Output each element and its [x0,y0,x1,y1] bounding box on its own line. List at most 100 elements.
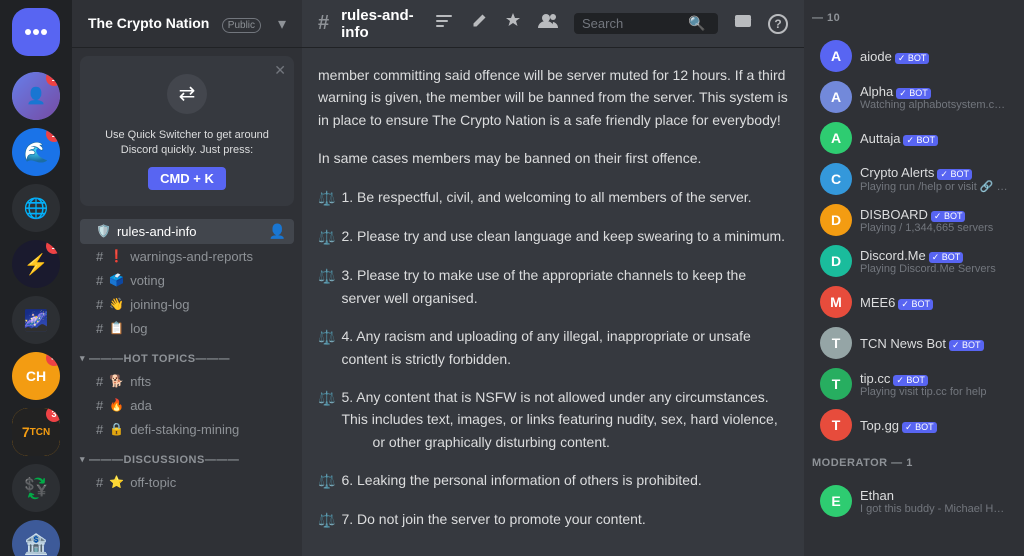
member-item-auttaja[interactable]: A AuttajaBOT [812,118,1016,158]
channel-name-joining: joining-log [130,297,286,312]
rule-text-1: 1. Be respectful, civil, and welcoming t… [341,186,751,208]
rule-text-2: 2. Please try and use clean language and… [341,225,785,247]
member-avatar-topgg: T [820,409,852,441]
member-item-disboard[interactable]: D DISBOARDBOT Playing / 1,344,665 server… [812,200,1016,240]
bot-badge-auttaja: BOT [903,135,938,146]
member-status-alpha: Watching alphabotsystem.com [860,99,1008,111]
channel-ada-icon: 🔥 [109,398,124,412]
member-info-ethan: Ethan I got this buddy - Michael Hun... [860,488,1008,515]
channel-item-log[interactable]: # 📋 log [80,317,294,340]
channel-item-warnings[interactable]: # ❗ warnings-and-reports [80,245,294,268]
member-avatar-discordme: D [820,245,852,277]
member-item-discordme[interactable]: D Discord.MeBOT Playing Discord.Me Serve… [812,241,1016,281]
member-item-topgg[interactable]: T Top.ggBOT [812,405,1016,445]
category-hot-topics[interactable]: ▾ ———HOT TOPICS——— [72,341,302,369]
bots-category-label: — 10 [804,12,1024,28]
rule-emoji-4: ⚖️ [318,326,335,348]
messages-area: member committing said offence will be s… [302,48,804,556]
channel-header-name: rules-and-info [341,7,422,41]
search-bar[interactable]: 🔍 [574,13,718,34]
search-input[interactable] [582,16,682,31]
hash-icon: # [96,249,103,264]
channel-name-ada: ada [130,398,286,413]
channel-name-nfts: nfts [130,374,286,389]
server-icon-1[interactable]: 👤 1 [12,72,60,120]
rule-emoji-6: ⚖️ [318,470,335,492]
edit-icon[interactable] [470,12,488,35]
category-discussions[interactable]: ▾ ———DISCUSSIONS——— [72,442,302,470]
member-info-auttaja: AuttajaBOT [860,131,1008,146]
rule-item-5: ⚖️ 5. Any content that is NSFW is not al… [318,386,788,453]
server-header[interactable]: The Crypto Nation Public ▾ [72,0,302,48]
channel-hash-icon: # [318,12,329,35]
member-info-topgg: Top.ggBOT [860,418,1008,433]
member-item-tipcc[interactable]: T tip.ccBOT Playing visit tip.cc for hel… [812,364,1016,404]
member-avatar-crypto-alerts: C [820,163,852,195]
channel-name-defi: defi-staking-mining [130,422,286,437]
message-block-1: member committing said offence will be s… [318,64,788,131]
member-name-auttaja: AuttajaBOT [860,131,1008,146]
category-discussions-label: ———DISCUSSIONS——— [89,454,239,466]
main-content: # rules-and-info 🔍 ? [302,0,804,556]
message-block-rule4: ⚖️ 4. Any racism and uploading of any il… [318,325,788,370]
member-item-aiode[interactable]: A aiodeBOT [812,36,1016,76]
add-member-icon: 👤 [269,223,286,240]
member-name-tcnnewsbot: TCN News BotBOT [860,336,1008,351]
member-avatar-alpha: A [820,81,852,113]
close-icon[interactable]: ✕ [274,62,286,79]
server-icon-7[interactable]: 7TCN 3 [12,408,60,456]
member-info-mee6: MEE6BOT [860,295,1008,310]
member-item-ethan[interactable]: E Ethan I got this buddy - Michael Hun..… [812,481,1016,521]
server-icon-8[interactable]: 💱 [12,464,60,512]
inbox-icon[interactable] [734,12,752,35]
member-item-alpha[interactable]: A AlphaBOT Watching alphabotsystem.com [812,77,1016,117]
member-item-crypto-alerts[interactable]: C Crypto AlertsBOT Playing run /help or … [812,159,1016,199]
member-item-mee6[interactable]: M MEE6BOT [812,282,1016,322]
threads-icon[interactable] [434,11,454,36]
member-avatar-ethan: E [820,485,852,517]
channel-item-rules[interactable]: 🛡️ rules-and-info 👤 [80,219,294,244]
member-name-discordme: Discord.MeBOT [860,248,1008,263]
pin-icon[interactable] [504,12,522,35]
member-item-tcnnewsbot[interactable]: T TCN News BotBOT [812,323,1016,363]
member-name-mee6: MEE6BOT [860,295,1008,310]
member-avatar-tipcc: T [820,368,852,400]
help-icon[interactable]: ? [768,14,788,34]
qs-text: Use Quick Switcher to get around Discord… [96,128,278,159]
qs-arrows-icon: ⇄ [96,72,278,124]
member-status-tipcc: Playing visit tip.cc for help [860,386,1008,398]
channel-item-off-topic[interactable]: # ⭐ off-topic [80,471,294,494]
hash-icon-2: # [96,273,103,288]
rule-emoji-1: ⚖️ [318,187,335,209]
server-icon-4[interactable]: ⚡ 1 [12,240,60,288]
channel-joining-icon: 👋 [109,297,124,311]
server-badge-7: 3 [46,408,60,422]
server-icon-2[interactable]: 🌊 1 [12,128,60,176]
member-info-discordme: Discord.MeBOT Playing Discord.Me Servers [860,248,1008,275]
header-tools: 🔍 ? [434,11,788,36]
server-icon-9[interactable]: 🏦 [12,520,60,556]
members-icon[interactable] [538,12,558,35]
member-status-disboard: Playing / 1,344,665 servers [860,222,1008,234]
hash-icon-7: # [96,422,103,437]
channel-item-voting[interactable]: # 🗳️ voting [80,269,294,292]
channel-item-defi[interactable]: # 🔒 defi-staking-mining [80,418,294,441]
server-name: The Crypto Nation [88,15,209,31]
channel-item-joining-log[interactable]: # 👋 joining-log [80,293,294,316]
bot-badge-disboard: BOT [931,211,966,222]
message-block-rule3: ⚖️ 3. Please try to make use of the appr… [318,264,788,309]
channel-list: 🛡️ rules-and-info 👤 # ❗ warnings-and-rep… [72,214,302,556]
channel-rules-icon: 🛡️ [96,224,111,238]
hash-icon-3: # [96,297,103,312]
channel-item-ada[interactable]: # 🔥 ada [80,394,294,417]
message-text-1: member committing said offence will be s… [318,64,788,131]
channel-item-nfts[interactable]: # 🐕 nfts [80,370,294,393]
server-icon-5[interactable]: 🌌 [12,296,60,344]
server-icon-discord[interactable] [12,8,60,56]
rule-text-5: 5. Any content that is NSFW is not allow… [341,386,788,453]
rule-item-2: ⚖️ 2. Please try and use clean language … [318,225,788,248]
rule-emoji-2: ⚖️ [318,226,335,248]
server-icon-3[interactable]: 🌐 [12,184,60,232]
server-icon-6[interactable]: CH 4 [12,352,60,400]
member-info-disboard: DISBOARDBOT Playing / 1,344,665 servers [860,207,1008,234]
